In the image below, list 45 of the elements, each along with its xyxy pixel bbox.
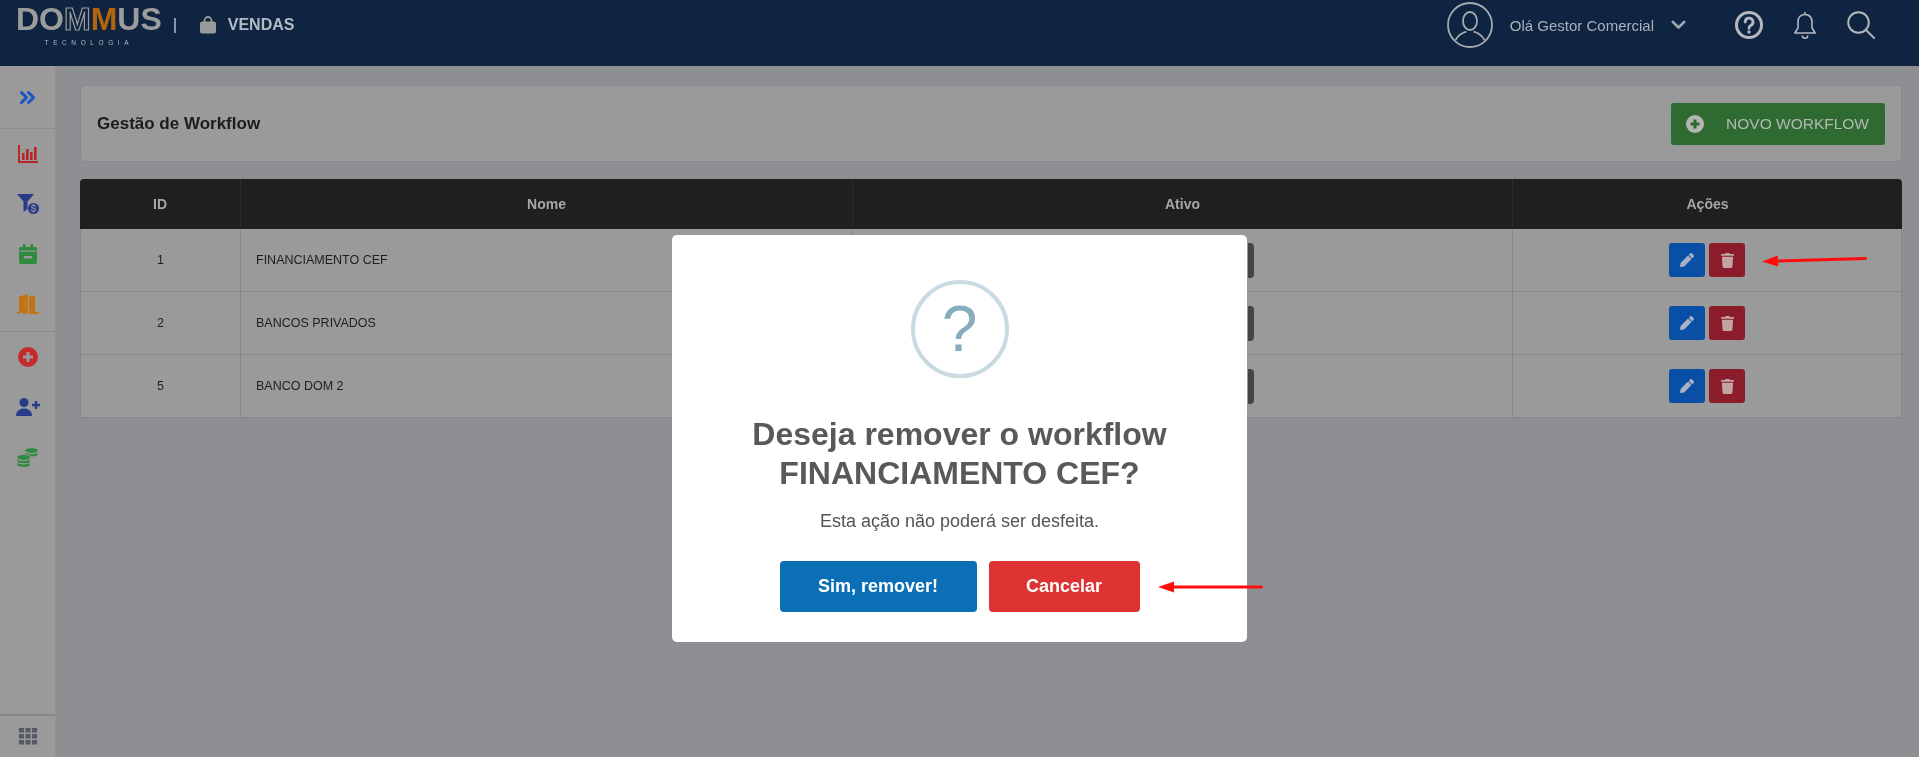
status-control-edge[interactable]	[1248, 368, 1254, 404]
column-header: Nome	[241, 179, 853, 229]
delete-button[interactable]	[1709, 306, 1745, 340]
column-header: Ativo	[853, 179, 1513, 229]
page-title: Gestão de Workflow	[97, 113, 261, 134]
bell-icon[interactable]	[1793, 10, 1817, 40]
chevron-down-icon[interactable]	[1671, 20, 1686, 30]
delete-button[interactable]	[1709, 369, 1745, 403]
new-workflow-button[interactable]: NOVO WORKFLOW	[1671, 102, 1885, 145]
dialog-title: Deseja remover o workflow FINANCIAMENTO CEF?	[751, 415, 1168, 493]
delete-button[interactable]	[1709, 243, 1745, 277]
column-header: ID	[80, 179, 241, 229]
user-plus-icon[interactable]	[15, 398, 40, 416]
table-cell: 2	[80, 292, 241, 355]
edit-button[interactable]	[1669, 369, 1705, 403]
user-greeting[interactable]: Olá Gestor Comercial	[1509, 16, 1654, 34]
logo-wordmark[interactable]: DOMMUS	[16, 3, 162, 35]
status-control-edge[interactable]	[1248, 305, 1254, 341]
table-cell: 1	[80, 229, 241, 292]
trash-icon	[1720, 252, 1734, 268]
edit-button[interactable]	[1669, 306, 1705, 340]
funnel-coin-icon[interactable]	[16, 194, 39, 214]
bar-chart-icon[interactable]	[17, 145, 38, 163]
edit-button[interactable]	[1669, 243, 1705, 277]
plus-circle-icon	[1686, 114, 1705, 133]
pencil-icon	[1680, 379, 1694, 393]
confirm-button[interactable]: Sim, remover!	[779, 561, 977, 612]
cancel-button[interactable]: Cancelar	[988, 561, 1140, 612]
double-chevron-icon[interactable]	[20, 90, 35, 104]
help-icon[interactable]	[1735, 11, 1763, 39]
pencil-icon	[1680, 316, 1694, 330]
module-title: VENDAS	[227, 16, 295, 34]
grid-icon[interactable]	[18, 728, 37, 745]
trash-icon	[1720, 315, 1734, 331]
plus-circle-icon[interactable]	[17, 347, 38, 367]
pencil-icon	[1680, 253, 1694, 267]
status-control-edge[interactable]	[1248, 242, 1254, 278]
dialog-message: Esta ação não poderá ser desfeita.	[819, 510, 1100, 533]
shopping-bag-icon	[199, 16, 216, 34]
question-icon: ?	[910, 280, 1009, 378]
table-cell: 5	[80, 355, 241, 418]
search-icon[interactable]	[1847, 11, 1875, 39]
avatar-icon[interactable]	[1446, 2, 1493, 48]
column-header: Ações	[1513, 179, 1902, 229]
trash-icon	[1720, 378, 1734, 394]
